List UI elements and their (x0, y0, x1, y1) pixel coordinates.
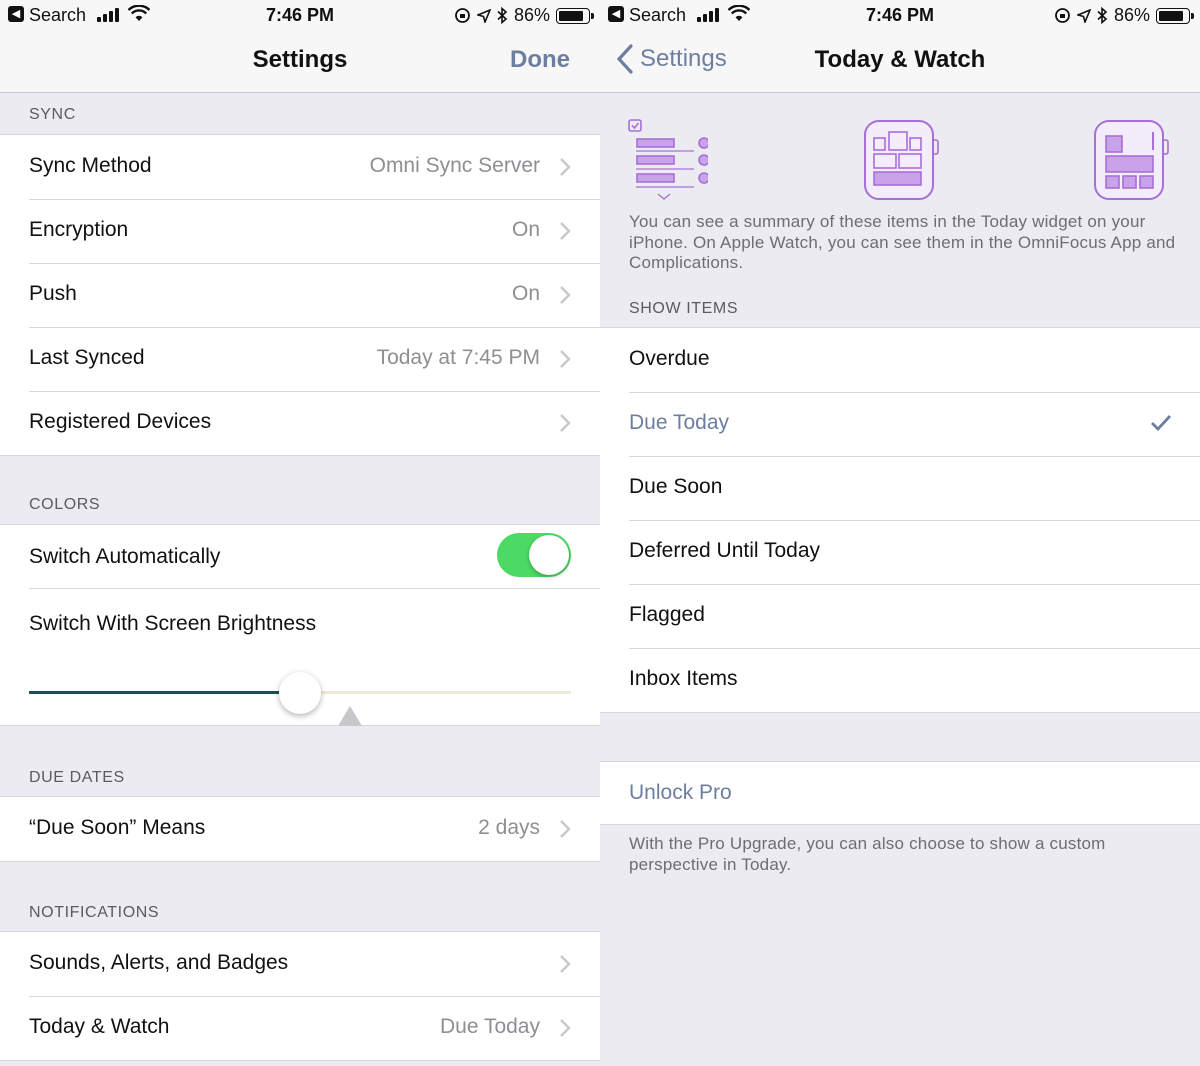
colors-group: Switch Automatically Switch With Screen … (0, 524, 600, 726)
unlock-pro-button[interactable]: Unlock Pro (600, 762, 1200, 824)
checkmark-icon (1151, 415, 1172, 432)
bluetooth-icon (1097, 7, 1108, 24)
intro-text: You can see a summary of these items in … (629, 212, 1176, 272)
nav-bar: Settings Today & Watch (600, 30, 1200, 93)
section-header-sync: SYNC (29, 106, 76, 123)
battery-percent: 86% (513, 5, 550, 25)
row-switch-automatically: Switch Automatically (0, 525, 600, 588)
option-due-today[interactable]: Due Today (600, 392, 1200, 456)
nav-bar: Settings Done (0, 30, 600, 93)
row-last-synced[interactable]: Last Synced Today at 7:45 PM (0, 327, 600, 391)
section-header-due-dates: DUE DATES (29, 769, 125, 786)
footer-note: With the Pro Upgrade, you can also choos… (629, 834, 1106, 874)
status-bar: ◀ Search 7:46 PM 86% (0, 0, 600, 30)
row-label: Switch With Screen Brightness (29, 612, 317, 635)
bluetooth-icon (497, 7, 508, 24)
row-value: Due Today (439, 1015, 540, 1038)
option-deferred-until-today[interactable]: Deferred Until Today (600, 520, 1200, 584)
done-button[interactable]: Done (510, 46, 570, 74)
row-label: Today & Watch (29, 1015, 170, 1038)
today-widget-icon (628, 119, 708, 200)
row-label: Deferred Until Today (629, 539, 821, 562)
row-due-soon-means[interactable]: “Due Soon” Means 2 days (0, 797, 600, 861)
watch-complication-icon (1094, 120, 1169, 200)
row-label: Due Today (629, 411, 730, 434)
settings-panel: ◀ Search 7:46 PM 86% Settings Done SYNC … (0, 0, 600, 1066)
row-label: Sounds, Alerts, and Badges (29, 951, 289, 974)
chevron-right-icon (560, 1019, 571, 1037)
chevron-right-icon (560, 414, 571, 432)
section-header-colors: COLORS (29, 496, 101, 513)
row-label: Push (29, 282, 77, 305)
option-inbox-items[interactable]: Inbox Items (600, 648, 1200, 712)
show-items-group: Overdue Due Today Due Soon Deferred Unti… (600, 327, 1200, 713)
row-label: Last Synced (29, 346, 145, 369)
today-watch-panel: ◀ Search 7:46 PM 86% Settings Today & Wa… (600, 0, 1200, 1066)
location-icon (1076, 8, 1091, 23)
chevron-right-icon (560, 820, 571, 838)
chevron-right-icon (560, 350, 571, 368)
row-label: Inbox Items (629, 667, 738, 690)
row-sounds-alerts-badges[interactable]: Sounds, Alerts, and Badges (0, 932, 600, 996)
switch-automatically-toggle[interactable] (497, 533, 571, 577)
due-dates-group: “Due Soon” Means 2 days (0, 796, 600, 862)
watch-app-icon (864, 120, 939, 200)
toggle-knob (529, 535, 569, 575)
battery-icon (1156, 7, 1194, 24)
battery-percent: 86% (1113, 5, 1150, 25)
row-value: 2 days (478, 816, 540, 839)
row-push[interactable]: Push On (0, 263, 600, 327)
rotation-lock-icon (1055, 8, 1070, 23)
row-label: Due Soon (629, 475, 723, 498)
row-encryption[interactable]: Encryption On (0, 199, 600, 263)
brightness-slider[interactable] (29, 672, 571, 726)
row-value: On (511, 282, 540, 305)
chevron-right-icon (560, 286, 571, 304)
row-label: Sync Method (29, 154, 152, 177)
row-label: Overdue (629, 347, 710, 370)
row-value: On (511, 218, 540, 241)
chevron-right-icon (560, 158, 571, 176)
current-brightness-marker-icon (338, 706, 362, 726)
notifications-group: Sounds, Alerts, and Badges Today & Watch… (0, 931, 600, 1061)
row-value: Omni Sync Server (369, 154, 540, 177)
row-label: Flagged (629, 603, 705, 626)
status-bar: ◀ Search 7:46 PM 86% (600, 0, 1200, 30)
row-today-watch[interactable]: Today & Watch Due Today (0, 996, 600, 1060)
row-sync-method[interactable]: Sync Method Omni Sync Server (0, 135, 600, 199)
row-label: Registered Devices (29, 410, 212, 433)
option-due-soon[interactable]: Due Soon (600, 456, 1200, 520)
row-registered-devices[interactable]: Registered Devices (0, 391, 600, 455)
slider-thumb[interactable] (279, 672, 321, 714)
sync-group: Sync Method Omni Sync Server Encryption … (0, 134, 600, 456)
row-label: Unlock Pro (629, 781, 732, 804)
page-title: Today & Watch (814, 46, 986, 73)
row-value: Today at 7:45 PM (376, 346, 540, 369)
option-overdue[interactable]: Overdue (600, 328, 1200, 392)
section-header-show-items: SHOW ITEMS (629, 300, 739, 317)
row-brightness: Switch With Screen Brightness (0, 588, 600, 726)
chevron-right-icon (560, 222, 571, 240)
section-header-notifications: NOTIFICATIONS (29, 904, 160, 921)
option-flagged[interactable]: Flagged (600, 584, 1200, 648)
location-icon (476, 8, 491, 23)
slider-track-empty (301, 691, 571, 694)
row-label: “Due Soon” Means (29, 816, 206, 839)
unlock-group: Unlock Pro (600, 761, 1200, 825)
row-label: Encryption (29, 218, 129, 241)
battery-icon (556, 7, 594, 24)
chevron-right-icon (560, 955, 571, 973)
rotation-lock-icon (455, 8, 470, 23)
row-label: Switch Automatically (29, 545, 221, 568)
slider-track-filled (29, 691, 301, 694)
